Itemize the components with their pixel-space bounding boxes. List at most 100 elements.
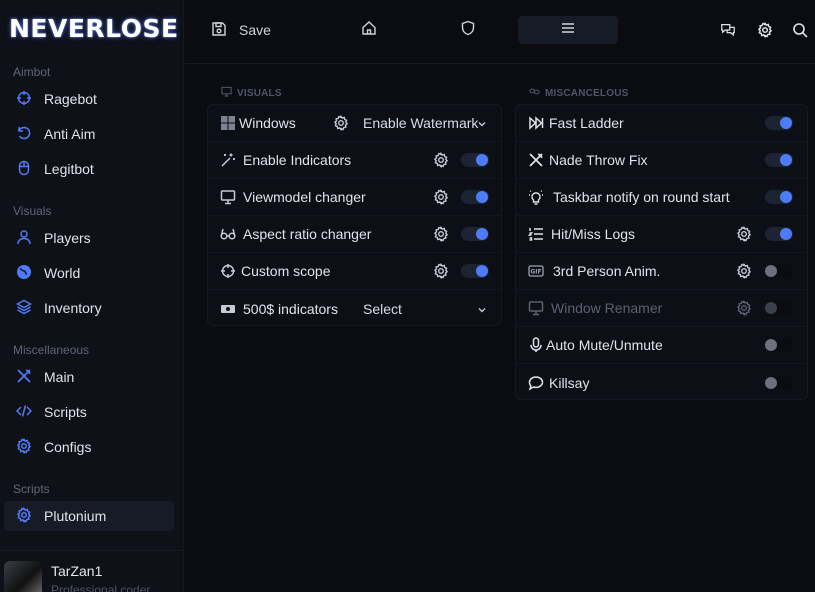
lightbulb-icon — [528, 189, 544, 205]
row-label: Nade Throw Fix — [549, 152, 648, 168]
username: TarZan1 — [51, 563, 103, 579]
sidebar-item-label: Legitbot — [44, 161, 94, 177]
row-label: Aspect ratio changer — [243, 226, 372, 242]
user-role: Professional coder — [51, 583, 151, 592]
auto-mute-toggle[interactable] — [765, 338, 793, 352]
gear-icon[interactable] — [433, 225, 449, 243]
tab-home[interactable] — [319, 16, 419, 44]
chat-icon[interactable] — [719, 21, 737, 39]
taskbar-notify-toggle[interactable] — [765, 190, 793, 204]
row-label: Hit/Miss Logs — [551, 226, 636, 242]
gear-icon[interactable] — [736, 262, 752, 280]
row-label: Fast Ladder — [549, 115, 624, 131]
layers-icon — [15, 299, 33, 318]
aspect-ratio-toggle[interactable] — [461, 227, 489, 241]
windows-icon — [220, 115, 236, 131]
money-icon — [220, 301, 236, 317]
topbar: Save — [185, 0, 815, 64]
gear-icon[interactable] — [736, 225, 752, 243]
save-label: Save — [239, 22, 271, 38]
sidebar-item-configs[interactable]: Configs — [4, 432, 174, 462]
indicators-select[interactable]: Select — [363, 299, 488, 319]
gear-icon — [16, 437, 32, 457]
visuals-row-viewmodel-changer: Viewmodel changer — [208, 179, 501, 216]
section-label-visuals: Visuals — [13, 204, 52, 218]
misc-row-taskbar-notify: Taskbar notify on round start — [516, 179, 807, 216]
sidebar-item-legitbot[interactable]: Legitbot — [4, 154, 174, 184]
misc-row-fast-ladder: Fast Ladder — [516, 105, 807, 142]
gear-icon[interactable] — [433, 188, 449, 206]
glasses-icon — [220, 226, 236, 242]
misc-row-hit-miss-logs: Hit/Miss Logs — [516, 216, 807, 253]
misc-panel: Fast Ladder Nade Throw Fix Taskbar notif… — [515, 104, 808, 400]
row-label: Window Renamer — [551, 300, 663, 316]
killsay-toggle[interactable] — [765, 375, 793, 390]
misc-row-nade-throw-fix: Nade Throw Fix — [516, 142, 807, 179]
monitor-icon — [220, 189, 236, 205]
save-icon — [211, 21, 227, 40]
menu-icon — [560, 20, 576, 41]
tab-shield[interactable] — [418, 16, 518, 44]
row-label: 3rd Person Anim. — [553, 263, 661, 279]
code-icon — [15, 403, 33, 422]
sidebar-item-players[interactable]: Players — [4, 223, 174, 253]
tab-menu[interactable] — [518, 16, 618, 44]
row-label: Killsay — [549, 374, 590, 391]
sidebar-item-plutonium[interactable]: Plutonium — [4, 501, 174, 531]
sidebar-item-label: Main — [44, 369, 75, 385]
link-icon — [529, 86, 540, 100]
chat-bubble-icon — [528, 375, 544, 391]
row-label: Custom scope — [241, 263, 331, 279]
gear-icon[interactable] — [433, 151, 449, 169]
sidebar-item-label: Plutonium — [44, 508, 107, 524]
visuals-panel-title: VISUALS — [221, 86, 282, 100]
row-label: Auto Mute/Unmute — [546, 337, 663, 353]
row-label: Viewmodel changer — [243, 189, 366, 205]
settings-icon[interactable] — [756, 21, 774, 39]
sidebar-item-scripts[interactable]: Scripts — [4, 397, 174, 427]
custom-scope-toggle[interactable] — [461, 264, 489, 278]
gear-icon[interactable] — [433, 262, 449, 280]
fast-ladder-toggle[interactable] — [765, 116, 793, 130]
sidebar: NEVERLOSE Aimbot Ragebot Anti Aim Legitb… — [0, 0, 184, 592]
tools-icon — [16, 368, 32, 387]
row-label: Enable Indicators — [243, 152, 352, 168]
app-logo: NEVERLOSE — [9, 14, 179, 43]
nade-throw-fix-toggle[interactable] — [765, 153, 793, 167]
user-icon — [16, 229, 32, 248]
shield-icon — [460, 20, 476, 41]
search-icon[interactable] — [791, 21, 809, 39]
home-icon — [361, 20, 377, 41]
save-button[interactable]: Save — [211, 16, 271, 44]
gif-icon: GIF — [528, 263, 544, 279]
gear-icon[interactable] — [333, 114, 349, 132]
watermark-select[interactable]: Enable Watermark — [363, 113, 488, 133]
monitor-icon — [528, 300, 544, 316]
sidebar-item-ragebot[interactable]: Ragebot — [4, 84, 174, 114]
microphone-icon — [528, 337, 544, 353]
row-label: Windows — [239, 115, 296, 131]
gear-icon — [16, 506, 32, 526]
hit-miss-logs-toggle[interactable] — [765, 227, 793, 241]
viewmodel-changer-toggle[interactable] — [461, 190, 489, 204]
sidebar-item-inventory[interactable]: Inventory — [4, 293, 174, 323]
sidebar-item-main[interactable]: Main — [4, 362, 174, 392]
user-profile[interactable]: TarZan1 Professional coder — [0, 550, 184, 592]
visuals-row-custom-scope: Custom scope — [208, 253, 501, 290]
3rd-person-anim-toggle[interactable] — [765, 264, 793, 278]
sidebar-item-label: World — [44, 265, 81, 281]
sidebar-item-label: Ragebot — [44, 91, 97, 107]
section-label-miscellaneous: Miscellaneous — [13, 343, 90, 357]
mouse-icon — [16, 160, 32, 179]
misc-row-3rd-person-anim: GIF 3rd Person Anim. — [516, 253, 807, 290]
crosshair-icon — [16, 90, 32, 109]
sidebar-item-world[interactable]: World — [4, 258, 174, 288]
visuals-panel: Windows Enable Watermark Enable Indicato… — [207, 104, 502, 326]
window-renamer-toggle — [765, 301, 793, 315]
chevron-down-icon — [476, 303, 488, 315]
sidebar-item-anti-aim[interactable]: Anti Aim — [4, 119, 174, 149]
crosshair-icon — [220, 263, 236, 279]
misc-row-window-renamer: Window Renamer — [516, 290, 807, 327]
sidebar-item-label: Scripts — [44, 404, 87, 420]
enable-indicators-toggle[interactable] — [461, 153, 489, 167]
